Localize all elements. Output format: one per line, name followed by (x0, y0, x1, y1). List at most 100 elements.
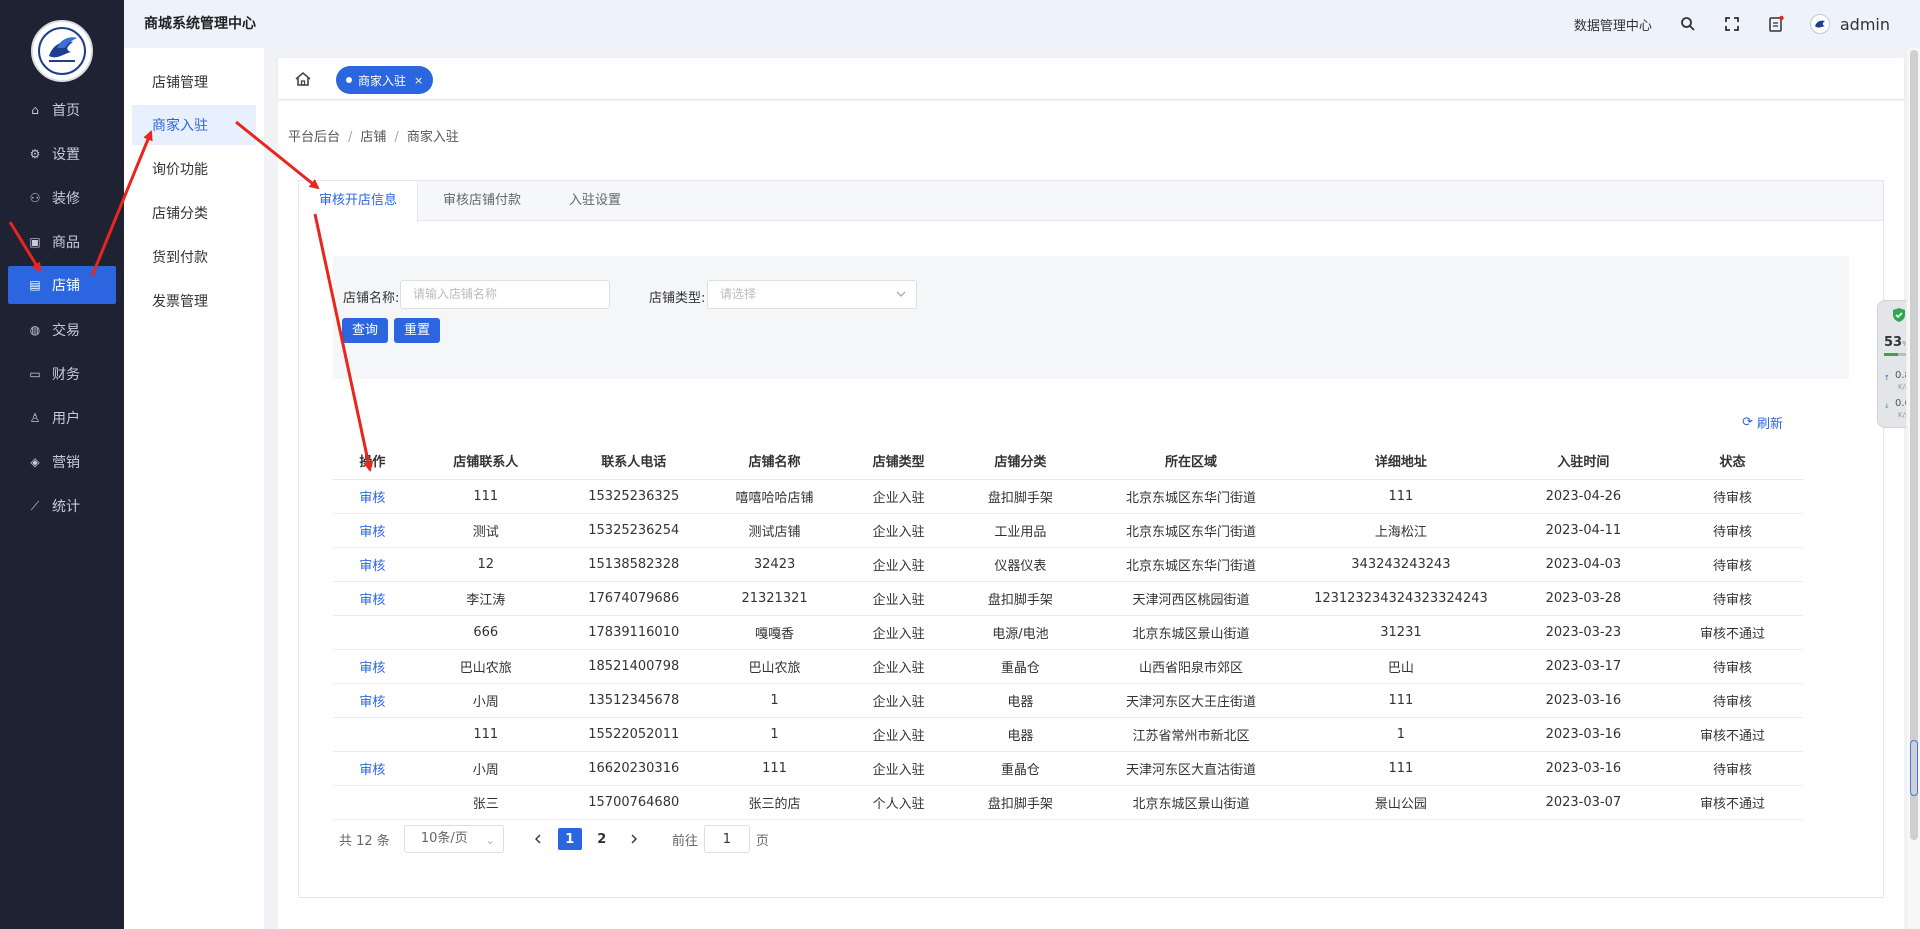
breadcrumb-item: 商家入驻 (406, 130, 459, 145)
shop-type-placeholder: 请选择 (720, 287, 757, 301)
table-row: 审核 12 15138582328 32423 企业入驻 仪器仪表 北京东城区东华门街道 34… (333, 547, 1803, 582)
query-button[interactable]: 查询 (342, 318, 389, 343)
table-cell: 巴山农旅 (411, 649, 560, 684)
page-tag-merchant-entry[interactable]: 商家入驻 × (336, 66, 434, 94)
table-row: 审核 李江涛 17674079686 21321321 企业入驻 盘扣脚手架 天津河西区桃园… (333, 581, 1803, 616)
table-cell: 2023-04-26 (1504, 479, 1663, 514)
table-cell: 张三 (411, 785, 560, 820)
submenu-item-cash-on-delivery[interactable]: 货到付款 (132, 237, 256, 277)
refresh-button[interactable]: ⟳ 刷新 (1742, 413, 1783, 432)
user-icon: ♙ (29, 411, 41, 425)
submenu-item-inquiry[interactable]: 询价功能 (132, 149, 256, 189)
audit-link[interactable]: 审核 (333, 649, 412, 684)
tab-entry-settings[interactable]: 入驻设置 (549, 181, 641, 221)
table-cell: 15138582328 (559, 547, 708, 582)
table-cell: 张三的店 (707, 785, 842, 820)
data-center-link[interactable]: 数据管理中心 (1574, 15, 1652, 34)
table-cell: 企业入驻 (841, 751, 956, 786)
audit-link[interactable]: 审核 (333, 751, 412, 786)
close-icon[interactable]: × (414, 74, 423, 87)
table-cell: 重晶仓 (955, 649, 1085, 684)
submenu-item-store-category[interactable]: 店铺分类 (132, 193, 256, 233)
system-title: 商城系统管理中心 (144, 16, 256, 32)
table-cell: 17674079686 (559, 581, 708, 616)
page-number[interactable]: 1 (557, 828, 582, 850)
table-cell: 待审核 (1662, 513, 1803, 548)
table-cell: 审核不通过 (1662, 717, 1803, 752)
rail-item-label: 用户 (52, 411, 80, 427)
rail-item-label: 营销 (52, 455, 80, 471)
table-cell: 李江涛 (411, 581, 560, 616)
table-row: 审核 小周 13512345678 1 企业入驻 电器 天津河东区大王庄街道 111 2023-… (333, 683, 1803, 718)
goto-suffix: 页 (755, 833, 769, 849)
fullscreen-icon[interactable] (1722, 14, 1742, 34)
table-cell: 工业用品 (955, 513, 1085, 548)
table-cell: 15700764680 (559, 785, 708, 820)
page-scrollbar-thumb[interactable] (1910, 50, 1918, 840)
rail-item-settings[interactable]: ⚙ 设置 (8, 135, 116, 173)
table-cell: 盘扣脚手架 (955, 479, 1085, 514)
table-cell: 2023-03-07 (1504, 785, 1663, 820)
table-cell: 江苏省常州市新北区 (1084, 717, 1298, 752)
table-cell: 2023-03-23 (1504, 615, 1663, 650)
breadcrumb-item[interactable]: 店铺 (360, 130, 386, 145)
search-icon[interactable] (1678, 14, 1698, 34)
audit-link[interactable]: 审核 (333, 513, 412, 548)
audit-link[interactable]: 审核 (333, 479, 412, 514)
table-cell: 个人入驻 (841, 785, 956, 820)
table-cell: 企业入驻 (841, 547, 956, 582)
table-cell: 审核不通过 (1662, 785, 1803, 820)
table-cell: 1 (1297, 717, 1505, 752)
breadcrumb-item[interactable]: 平台后台 (288, 130, 340, 145)
table-cell: 2023-04-11 (1504, 513, 1663, 548)
goto-page-input[interactable] (703, 825, 750, 853)
rail-item-trade[interactable]: ◍ 交易 (8, 311, 116, 349)
table-cell: 111 (1297, 751, 1505, 786)
table-cell: 31231 (1297, 615, 1505, 650)
brand-logo[interactable] (31, 20, 93, 82)
submenu-item-merchant-entry[interactable]: 商家入驻 (132, 105, 256, 145)
audit-link[interactable]: 审核 (333, 683, 412, 718)
main-panel: 商家入驻 × 平台后台 / 店铺 / 商家入驻 审核开店信息 审核店铺付款 入驻设置 店… (278, 58, 1904, 929)
users-icon: ⚇ (29, 191, 41, 205)
submenu-item-invoice[interactable]: 发票管理 (132, 281, 256, 321)
home-icon[interactable] (294, 70, 312, 88)
page-size-select[interactable]: 10条/页 ⌄ (403, 825, 504, 853)
rail-item-home[interactable]: ⌂ 首页 (8, 91, 116, 129)
rail-item-statistics[interactable]: ⟋ 统计 (8, 487, 116, 525)
reset-button[interactable]: 重置 (394, 318, 441, 343)
rail-item-decoration[interactable]: ⚇ 装修 (8, 179, 116, 217)
rail-item-marketing[interactable]: ◈ 营销 (8, 443, 116, 481)
rail-item-goods[interactable]: ▣ 商品 (8, 223, 116, 261)
chevron-right-icon (631, 834, 637, 844)
table-cell: 企业入驻 (841, 513, 956, 548)
audit-link[interactable]: 审核 (333, 547, 412, 582)
rail-item-label: 设置 (52, 147, 80, 163)
table-cell: 21321321 (707, 581, 842, 616)
rail-item-store[interactable]: ▤ 店铺 (8, 266, 116, 304)
column-header: 联系人电话 (559, 443, 708, 480)
rail-item-users[interactable]: ♙ 用户 (8, 399, 116, 437)
table-cell: 待审核 (1662, 547, 1803, 582)
tab-review-store-info[interactable]: 审核开店信息 (299, 181, 419, 222)
avatar[interactable] (1809, 14, 1830, 34)
table-cell: 企业入驻 (841, 581, 956, 616)
home-icon: ⌂ (31, 103, 39, 117)
tab-review-store-payment[interactable]: 审核店铺付款 (423, 181, 541, 221)
table-cell: 2023-04-03 (1504, 547, 1663, 582)
table-cell: 天津河东区大王庄街道 (1084, 683, 1298, 718)
submenu-item-store-management[interactable]: 店铺管理 (132, 62, 256, 102)
shop-name-input[interactable]: 请输入店铺名称 (400, 280, 610, 309)
username[interactable]: admin (1840, 15, 1890, 34)
next-page-button[interactable] (622, 828, 646, 850)
table-cell: 13512345678 (559, 683, 708, 718)
table-row: 审核 测试 15325236254 测试店铺 企业入驻 工业用品 北京东城区东华门街道 上海松… (333, 513, 1803, 548)
table-cell: 巴山农旅 (707, 649, 842, 684)
prev-page-button[interactable] (526, 828, 550, 850)
page-number[interactable]: 2 (590, 828, 614, 850)
rail-item-finance[interactable]: ▭ 财务 (8, 355, 116, 393)
audit-link[interactable]: 审核 (333, 581, 412, 616)
clipboard-notification-icon[interactable] (1766, 14, 1786, 34)
shop-type-select[interactable]: 请选择 (707, 280, 917, 309)
table-cell: 2023-03-17 (1504, 649, 1663, 684)
